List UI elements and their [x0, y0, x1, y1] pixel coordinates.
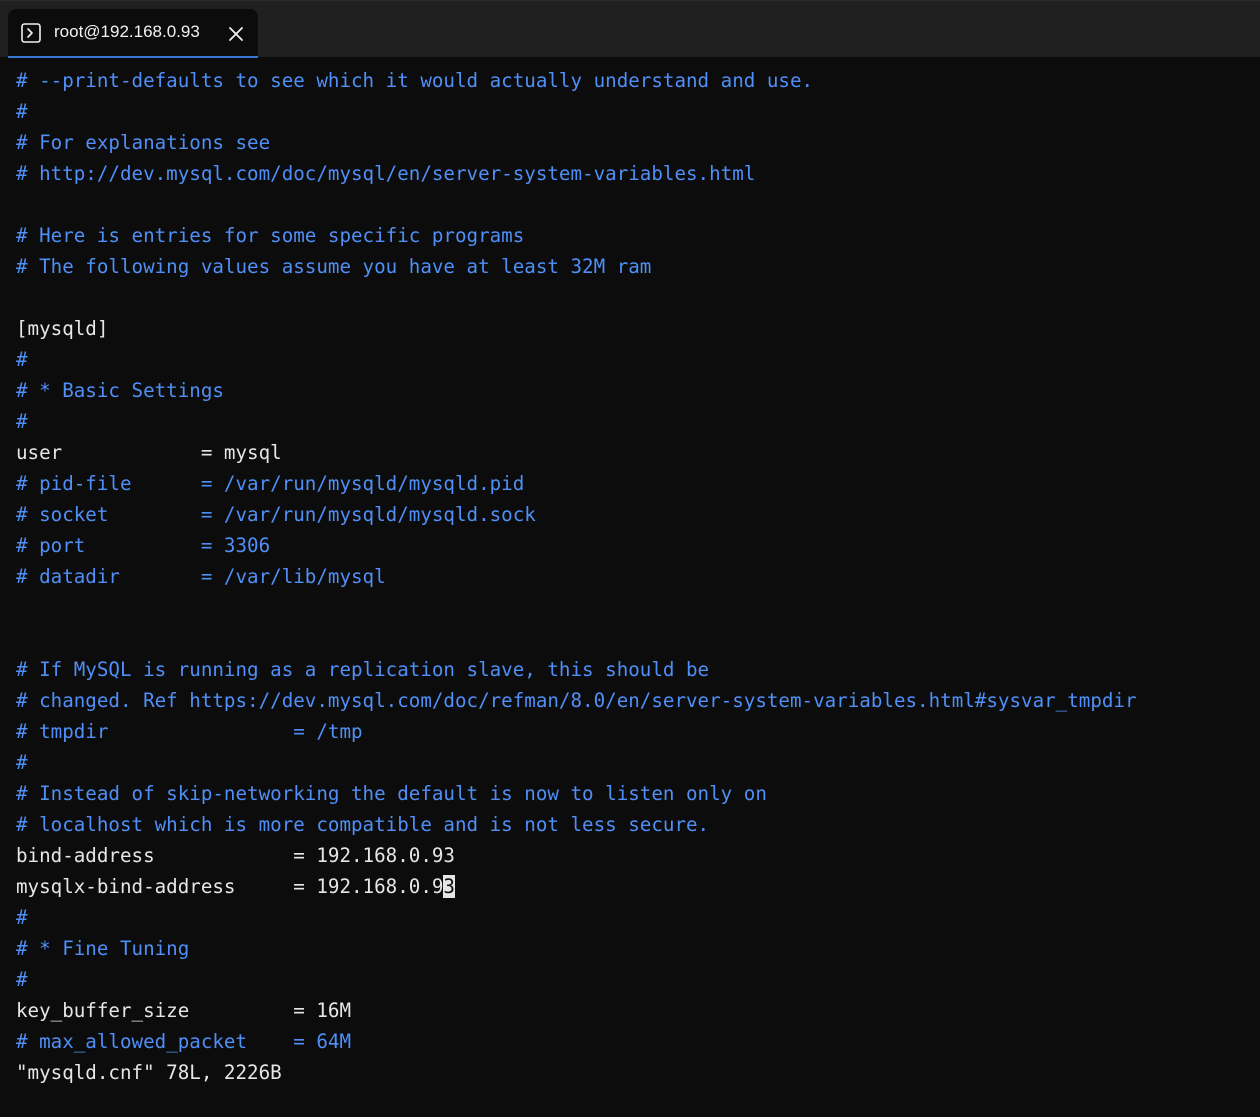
comment-line: # * Basic Settings: [16, 379, 224, 402]
comment-line: # changed. Ref https://dev.mysql.com/doc…: [16, 689, 1137, 712]
config-line: mysqlx-bind-address = 192.168.0.93: [16, 875, 455, 898]
config-line: [16, 282, 1256, 313]
tab-bar: root@192.168.0.93: [0, 0, 1260, 58]
comment-line: # socket = /var/run/mysqld/mysqld.sock: [16, 503, 536, 526]
comment-line: # Here is entries for some specific prog…: [16, 224, 525, 247]
comment-line: # For explanations see: [16, 131, 271, 154]
terminal-window: root@192.168.0.93 # --print-defaults to …: [0, 0, 1260, 1117]
close-icon[interactable]: [227, 25, 245, 43]
comment-line: # datadir = /var/lib/mysql: [16, 565, 386, 588]
tab-active-indicator: [8, 56, 258, 58]
terminal-output[interactable]: # --print-defaults to see which it would…: [16, 65, 1256, 1115]
comment-line: # http://dev.mysql.com/doc/mysql/en/serv…: [16, 162, 756, 185]
config-line: bind-address = 192.168.0.93: [16, 844, 455, 867]
comment-line: # --print-defaults to see which it would…: [16, 69, 814, 92]
comment-line: #: [16, 968, 28, 991]
config-line: [16, 623, 1256, 654]
tab-root-session[interactable]: root@192.168.0.93: [8, 9, 258, 58]
config-line: [16, 189, 1256, 220]
comment-line: #: [16, 751, 28, 774]
comment-line: # max_allowed_packet = 64M: [16, 1030, 352, 1053]
config-line: user = mysql: [16, 441, 282, 464]
config-line: [16, 592, 1256, 623]
text-cursor: 3: [443, 875, 455, 898]
comment-line: # pid-file = /var/run/mysqld/mysqld.pid: [16, 472, 525, 495]
comment-line: #: [16, 410, 28, 433]
comment-line: # localhost which is more compatible and…: [16, 813, 710, 836]
comment-line: # The following values assume you have a…: [16, 255, 652, 278]
comment-line: #: [16, 906, 28, 929]
comment-line: # If MySQL is running as a replication s…: [16, 658, 710, 681]
comment-line: # port = 3306: [16, 534, 271, 557]
comment-line: #: [16, 100, 28, 123]
comment-line: #: [16, 348, 28, 371]
tab-title: root@192.168.0.93: [54, 22, 200, 41]
comment-line: # * Fine Tuning: [16, 937, 190, 960]
config-line: key_buffer_size = 16M: [16, 999, 352, 1022]
config-line: [mysqld]: [16, 317, 109, 340]
terminal-icon: [21, 23, 41, 43]
comment-line: # Instead of skip-networking the default…: [16, 782, 767, 805]
config-line: "mysqld.cnf" 78L, 2226B: [16, 1061, 282, 1084]
comment-line: # tmpdir = /tmp: [16, 720, 363, 743]
